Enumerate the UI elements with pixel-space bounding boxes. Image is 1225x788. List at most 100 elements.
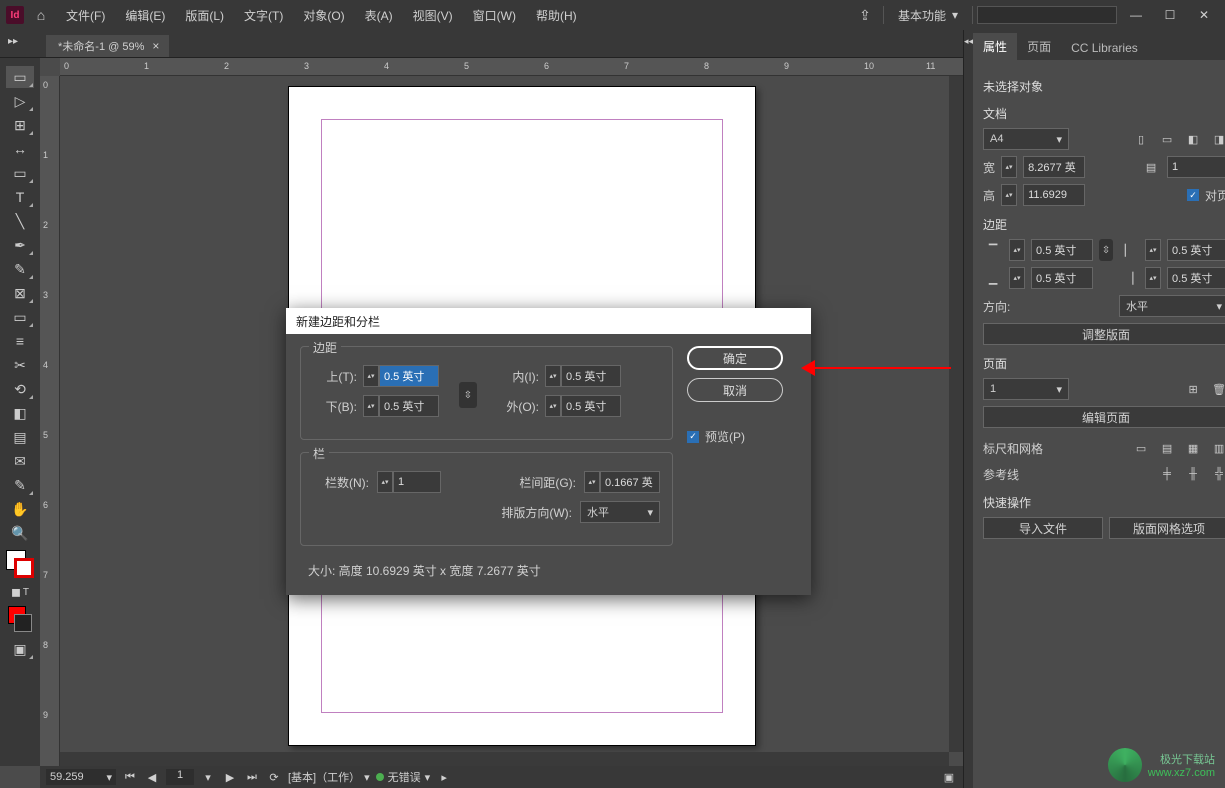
adjust-layout-button[interactable]: 调整版面: [983, 323, 1225, 345]
panel-link-icon[interactable]: ⇳: [1099, 239, 1113, 261]
height-input[interactable]: [1023, 184, 1085, 206]
last-page-icon[interactable]: ⏭: [244, 771, 260, 784]
page-select[interactable]: 1▾: [983, 378, 1069, 400]
horizontal-scrollbar[interactable]: [60, 752, 949, 766]
window-close-button[interactable]: ✕: [1189, 8, 1219, 22]
home-icon[interactable]: ⌂: [28, 5, 54, 25]
count-nudge[interactable]: ▴▾: [377, 471, 393, 493]
tab-properties[interactable]: 属性: [973, 33, 1017, 60]
fill-stroke-swatch[interactable]: [6, 550, 34, 578]
zoom-tool[interactable]: 🔍: [6, 522, 34, 544]
gap-tool[interactable]: ↔: [6, 138, 34, 160]
window-max-button[interactable]: ☐: [1155, 8, 1185, 22]
tab-pages[interactable]: 页面: [1017, 33, 1061, 60]
orientation-portrait-icon[interactable]: ▯: [1131, 129, 1151, 149]
panel-margin-inside-input[interactable]: [1167, 239, 1225, 261]
orient-select[interactable]: 水平▾: [1119, 295, 1225, 317]
bottom-nudge[interactable]: ▴▾: [363, 395, 379, 417]
panel-margin-bottom-input[interactable]: [1031, 267, 1093, 289]
gradient-swatch-tool[interactable]: ◧: [6, 402, 34, 424]
status-mode[interactable]: [基本]（工作）▾: [288, 769, 370, 785]
pen-tool[interactable]: ✒: [6, 234, 34, 256]
search-input[interactable]: [977, 6, 1117, 24]
delete-page-icon[interactable]: 🗑: [1209, 379, 1225, 399]
width-nudge[interactable]: ▴▾: [1001, 156, 1017, 178]
column-count-input[interactable]: [393, 471, 441, 493]
horizontal-ruler[interactable]: 0 1 2 3 4 5 6 7 8 9 10 11: [60, 58, 963, 76]
layout-grid-options-button[interactable]: 版面网格选项: [1109, 517, 1225, 539]
rulers-icon-2[interactable]: ▤: [1157, 438, 1177, 458]
tab-cc-libraries[interactable]: CC Libraries: [1061, 36, 1148, 60]
orientation-icon-3[interactable]: ◧: [1183, 129, 1203, 149]
inside-nudge[interactable]: ▴▾: [545, 365, 561, 387]
prev-page-icon[interactable]: ◀: [144, 771, 160, 784]
height-nudge[interactable]: ▴▾: [1001, 184, 1017, 206]
preflight-status[interactable]: 无错误▾: [376, 769, 431, 785]
share-icon[interactable]: ⇪: [851, 7, 879, 24]
guides-icon-2[interactable]: ╫: [1183, 464, 1203, 484]
panel-min-nudge[interactable]: ▴▾: [1145, 239, 1161, 261]
gradient-feather-tool[interactable]: ▤: [6, 426, 34, 448]
window-min-button[interactable]: —: [1121, 8, 1151, 22]
menu-edit[interactable]: 编辑(E): [117, 3, 173, 28]
guides-icon-3[interactable]: ╬: [1209, 464, 1225, 484]
rectangle-frame-tool[interactable]: ⊠: [6, 282, 34, 304]
panel-margin-outside-input[interactable]: [1167, 267, 1225, 289]
workspace-switcher[interactable]: 基本功能▾: [888, 5, 968, 26]
status-menu-icon[interactable]: ▸: [436, 771, 452, 784]
view-mode-toggle[interactable]: ▣: [6, 638, 34, 660]
document-tab[interactable]: *未命名-1 @ 59% ×: [46, 35, 169, 57]
margin-bottom-input[interactable]: [379, 395, 439, 417]
first-page-icon[interactable]: ⏮: [122, 771, 138, 784]
cancel-button[interactable]: 取消: [687, 378, 783, 402]
link-margins-icon[interactable]: ⇳: [459, 382, 477, 408]
page-dropdown-icon[interactable]: ▾: [200, 771, 216, 784]
preview-checkbox[interactable]: ✓预览(P): [687, 428, 797, 445]
orientation-landscape-icon[interactable]: ▭: [1157, 129, 1177, 149]
next-page-icon[interactable]: ▶: [222, 771, 238, 784]
margin-inside-input[interactable]: [561, 365, 621, 387]
page-tool[interactable]: ⊞: [6, 114, 34, 136]
pages-input[interactable]: [1167, 156, 1225, 178]
panel-mout-nudge[interactable]: ▴▾: [1145, 267, 1161, 289]
gutter-input[interactable]: [600, 471, 660, 493]
pencil-tool[interactable]: ✎: [6, 258, 34, 280]
line-tool[interactable]: ╲: [6, 210, 34, 232]
current-page-field[interactable]: 1: [166, 769, 194, 785]
screen-mode-icon[interactable]: ▣: [941, 771, 957, 784]
rulers-icon-3[interactable]: ▦: [1183, 438, 1203, 458]
gutter-nudge[interactable]: ▴▾: [584, 471, 600, 493]
color-swatch[interactable]: [6, 606, 34, 632]
type-tool[interactable]: T: [6, 186, 34, 208]
menu-help[interactable]: 帮助(H): [528, 3, 585, 28]
direct-selection-tool[interactable]: ▷: [6, 90, 34, 112]
new-page-icon[interactable]: ⊞: [1183, 379, 1203, 399]
menu-window[interactable]: 窗口(W): [465, 3, 524, 28]
guides-icon-1[interactable]: ╪: [1157, 464, 1177, 484]
dialog-titlebar[interactable]: 新建边距和分栏: [286, 308, 811, 334]
direction-select[interactable]: 水平▾: [580, 501, 660, 523]
outside-nudge[interactable]: ▴▾: [545, 395, 561, 417]
scissors-tool[interactable]: ✂: [6, 354, 34, 376]
free-transform-tool[interactable]: ⟲: [6, 378, 34, 400]
menu-type[interactable]: 文字(T): [236, 3, 291, 28]
panel-mbot-nudge[interactable]: ▴▾: [1009, 267, 1025, 289]
menu-table[interactable]: 表(A): [357, 3, 401, 28]
dock-toggle-icon[interactable]: ▸▸: [8, 36, 26, 50]
tool-a[interactable]: ≡: [6, 330, 34, 352]
note-tool[interactable]: ✉: [6, 450, 34, 472]
panel-margin-top-input[interactable]: [1031, 239, 1093, 261]
margin-top-input[interactable]: [379, 365, 439, 387]
pages-icon[interactable]: ▤: [1141, 157, 1161, 177]
menu-view[interactable]: 视图(V): [405, 3, 461, 28]
rectangle-tool[interactable]: ▭: [6, 306, 34, 328]
eyedropper-tool[interactable]: ✎: [6, 474, 34, 496]
selection-tool[interactable]: ▭: [6, 66, 34, 88]
panel-collapse-strip[interactable]: ◂◂: [963, 30, 973, 788]
tab-close-icon[interactable]: ×: [152, 39, 159, 53]
ok-button[interactable]: 确定: [687, 346, 783, 370]
panel-mtop-nudge[interactable]: ▴▾: [1009, 239, 1025, 261]
margin-outside-input[interactable]: [561, 395, 621, 417]
menu-object[interactable]: 对象(O): [295, 3, 352, 28]
import-file-button[interactable]: 导入文件: [983, 517, 1103, 539]
